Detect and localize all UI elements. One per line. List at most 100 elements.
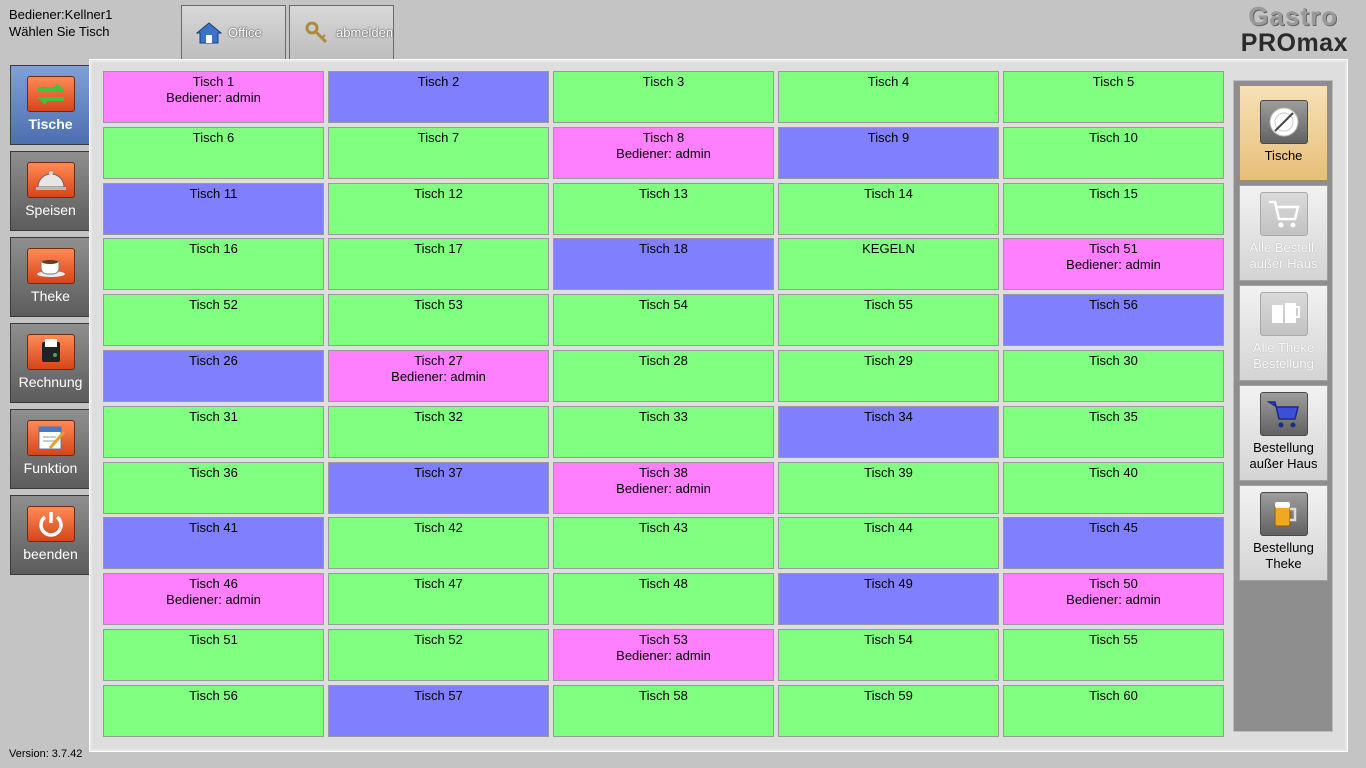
table-tile[interactable]: Tisch 1 Bediener: admin	[103, 71, 324, 123]
operator-label: Bediener:Kellner1	[9, 7, 113, 22]
table-tile[interactable]: Tisch 27 Bediener: admin	[328, 349, 549, 402]
table-tile[interactable]: Tisch 45	[1003, 517, 1224, 570]
table-tile[interactable]: Tisch 4	[778, 71, 999, 123]
rbtn-line1: Alle Theke	[1252, 340, 1315, 355]
table-tile[interactable]: Tisch 56	[103, 684, 324, 737]
office-button[interactable]: Office	[181, 5, 286, 59]
table-tile[interactable]: Tisch 6	[103, 126, 324, 179]
nav-funktion[interactable]: Funktion	[10, 409, 90, 489]
table-tile[interactable]: Tisch 29	[778, 349, 999, 402]
table-tile[interactable]: Tisch 56	[1003, 294, 1224, 347]
table-tile[interactable]: Tisch 13	[553, 182, 774, 235]
table-tile[interactable]: Tisch 28	[553, 349, 774, 402]
nav-beenden[interactable]: beenden	[10, 495, 90, 575]
table-tile[interactable]: Tisch 54	[553, 294, 774, 347]
nav-theke[interactable]: Theke	[10, 237, 90, 317]
cart-icon	[1259, 392, 1308, 436]
table-tile[interactable]: Tisch 44	[778, 517, 999, 570]
table-tile[interactable]: Tisch 11	[103, 182, 324, 235]
logout-button[interactable]: abmelden	[289, 5, 394, 59]
status-block: Bediener:Kellner1 Wählen Sie Tisch	[9, 6, 112, 40]
table-tile[interactable]: Tisch 39	[778, 461, 999, 514]
table-tile[interactable]: Tisch 42	[328, 517, 549, 570]
table-tile[interactable]: Tisch 60	[1003, 684, 1224, 737]
table-tile[interactable]: Tisch 52	[328, 628, 549, 681]
tables-button[interactable]: Tische	[1239, 85, 1328, 181]
table-tile[interactable]: Tisch 43	[553, 517, 774, 570]
all-takeaway-orders-button[interactable]: Alle Bestell. außer Haus	[1239, 185, 1328, 281]
table-tile[interactable]: Tisch 16	[103, 238, 324, 291]
table-name: Tisch 9	[867, 129, 910, 145]
table-tile[interactable]: Tisch 5	[1003, 71, 1224, 123]
table-tile[interactable]: Tisch 58	[553, 684, 774, 737]
nav-tische[interactable]: Tische	[10, 65, 90, 145]
table-tile[interactable]: Tisch 47	[328, 573, 549, 626]
table-tile[interactable]: Tisch 30	[1003, 349, 1224, 402]
table-tile[interactable]: Tisch 41	[103, 517, 324, 570]
table-name: Tisch 51	[1089, 241, 1138, 257]
counter-order-button[interactable]: Bestellung Theke	[1239, 485, 1328, 581]
table-tile[interactable]: Tisch 15	[1003, 182, 1224, 235]
table-name: Tisch 50	[1089, 576, 1138, 592]
table-name: Tisch 5	[1092, 74, 1135, 89]
table-tile[interactable]: Tisch 36	[103, 461, 324, 514]
table-tile[interactable]: Tisch 57	[328, 684, 549, 737]
nav-rechnung[interactable]: Rechnung	[10, 323, 90, 403]
table-tile[interactable]: Tisch 50 Bediener: admin	[1003, 573, 1224, 626]
table-tile[interactable]: Tisch 17	[328, 238, 549, 291]
tables-swap-icon	[26, 76, 75, 112]
table-tile[interactable]: Tisch 52	[103, 294, 324, 347]
table-operator: Bediener: admin	[1066, 257, 1161, 273]
table-tile[interactable]: Tisch 49	[778, 573, 999, 626]
table-name: KEGELN	[862, 241, 915, 257]
table-name: Tisch 48	[639, 576, 688, 592]
table-tile[interactable]: Tisch 53 Bediener: admin	[553, 628, 774, 681]
table-tile[interactable]: Tisch 59	[778, 684, 999, 737]
table-tile[interactable]: Tisch 31	[103, 405, 324, 458]
table-tile[interactable]: Tisch 32	[328, 405, 549, 458]
table-tile[interactable]: Tisch 33	[553, 405, 774, 458]
table-tile[interactable]: Tisch 14	[778, 182, 999, 235]
table-tile[interactable]: Tisch 35	[1003, 405, 1224, 458]
table-name: Tisch 42	[414, 520, 463, 536]
table-tile[interactable]: KEGELN	[778, 238, 999, 291]
table-tile[interactable]: Tisch 40	[1003, 461, 1224, 514]
table-operator: Bediener: admin	[1066, 592, 1161, 608]
table-name: Tisch 60	[1089, 687, 1138, 703]
logo-line2: PROmax	[1240, 29, 1348, 57]
table-tile[interactable]: Tisch 2	[328, 71, 549, 123]
table-tile[interactable]: Tisch 48	[553, 573, 774, 626]
table-tile[interactable]: Tisch 54	[778, 628, 999, 681]
table-tile[interactable]: Tisch 46 Bediener: admin	[103, 573, 324, 626]
table-tile[interactable]: Tisch 12	[328, 182, 549, 235]
takeaway-order-button[interactable]: Bestellung außer Haus	[1239, 385, 1328, 481]
table-tile[interactable]: Tisch 3	[553, 71, 774, 123]
table-tile[interactable]: Tisch 18	[553, 238, 774, 291]
all-counter-orders-button[interactable]: Alle Theke Bestellung	[1239, 285, 1328, 381]
nav-speisen[interactable]: Speisen	[10, 151, 90, 231]
table-name: Tisch 17	[414, 241, 463, 257]
keys-icon	[304, 20, 330, 46]
table-name: Tisch 34	[864, 408, 913, 424]
table-tile[interactable]: Tisch 55	[778, 294, 999, 347]
table-tile[interactable]: Tisch 34	[778, 405, 999, 458]
logo-line1: Gastro	[1248, 1, 1338, 31]
table-name: Tisch 52	[414, 631, 463, 647]
table-tile[interactable]: Tisch 51 Bediener: admin	[1003, 238, 1224, 291]
table-name: Tisch 32	[414, 408, 463, 424]
table-tile[interactable]: Tisch 7	[328, 126, 549, 179]
nav-label: Theke	[31, 288, 70, 304]
table-tile[interactable]: Tisch 10	[1003, 126, 1224, 179]
table-tile[interactable]: Tisch 38 Bediener: admin	[553, 461, 774, 514]
table-name: Tisch 59	[864, 687, 913, 703]
table-tile[interactable]: Tisch 37	[328, 461, 549, 514]
app-logo: Gastro PROmax	[1241, 2, 1348, 56]
table-tile[interactable]: Tisch 26	[103, 349, 324, 402]
plate-cutlery-icon	[1259, 100, 1308, 144]
table-tile[interactable]: Tisch 9	[778, 126, 999, 179]
table-tile[interactable]: Tisch 53	[328, 294, 549, 347]
table-tile[interactable]: Tisch 55	[1003, 628, 1224, 681]
table-tile[interactable]: Tisch 8 Bediener: admin	[553, 126, 774, 179]
table-tile[interactable]: Tisch 51	[103, 628, 324, 681]
table-panel: Tisch 1 Bediener: admin Tisch 2 Tisch 3 Tisc…	[89, 59, 1348, 752]
